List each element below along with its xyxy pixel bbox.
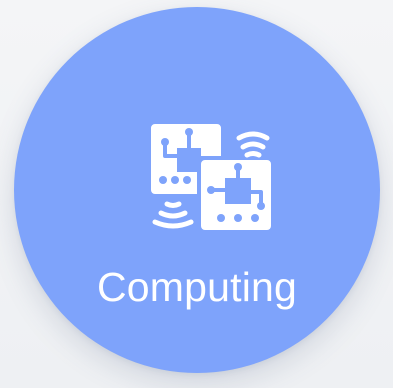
- category-label: Computing: [96, 264, 298, 310]
- page-background: Computing: [0, 0, 393, 388]
- computing-category-tile[interactable]: Computing: [14, 7, 380, 373]
- circuit-boards-wireless-icon: [149, 120, 277, 232]
